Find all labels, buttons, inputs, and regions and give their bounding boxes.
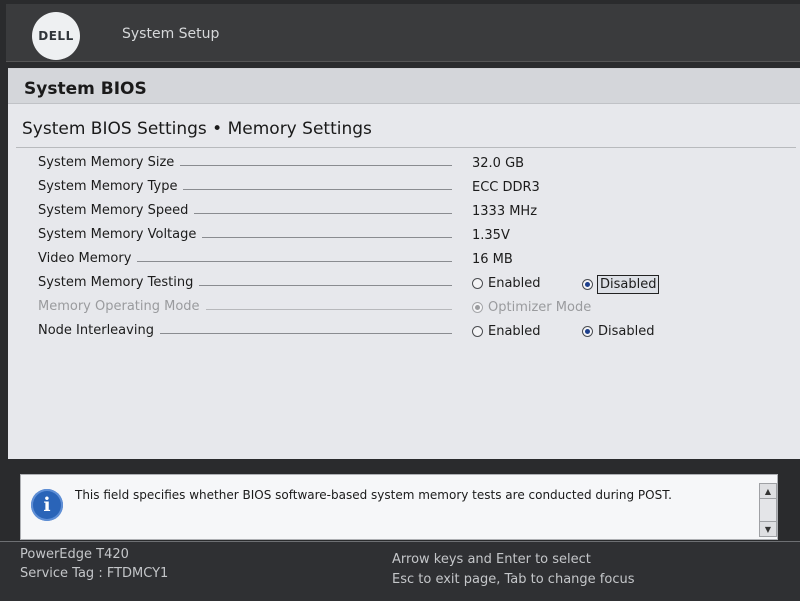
memory-testing-enabled-radio[interactable]: Enabled — [472, 276, 541, 291]
setting-row-node-interleaving: Node Interleaving Enabled Disabled — [8, 321, 800, 345]
setting-label: Video Memory — [38, 251, 138, 266]
setting-label: System Memory Speed — [38, 203, 195, 218]
setting-value: 32.0 GB — [472, 156, 525, 171]
logo-text: DELL — [38, 29, 74, 43]
panel-header: System BIOS — [8, 69, 800, 104]
memory-testing-disabled-radio[interactable]: Disabled — [582, 275, 660, 294]
radio-circle[interactable] — [472, 326, 483, 337]
panel-header-title: System BIOS — [24, 79, 147, 99]
radio-label: Enabled — [488, 276, 541, 291]
keyboard-hint: Arrow keys and Enter to select — [392, 552, 591, 567]
dell-logo: DELL — [32, 12, 80, 60]
node-interleaving-enabled-radio[interactable]: Enabled — [472, 324, 541, 339]
divider — [16, 147, 796, 148]
setting-row-memory-voltage: System Memory Voltage 1.35V — [8, 225, 800, 249]
keyboard-hint: Esc to exit page, Tab to change focus — [392, 572, 635, 587]
radio-circle[interactable] — [582, 279, 593, 290]
setting-label: System Memory Voltage — [38, 227, 203, 242]
setting-row-memory-type: System Memory Type ECC DDR3 — [8, 177, 800, 201]
radio-label: Optimizer Mode — [488, 300, 592, 315]
setting-value: 16 MB — [472, 252, 513, 267]
radio-label: Disabled — [596, 275, 660, 294]
setting-label: System Memory Type — [38, 179, 184, 194]
setting-label: System Memory Size — [38, 155, 181, 170]
info-icon: i — [31, 489, 63, 521]
help-box: i This field specifies whether BIOS soft… — [20, 474, 778, 540]
help-text: This field specifies whether BIOS softwa… — [75, 488, 672, 502]
page-title: System BIOS Settings • Memory Settings — [22, 119, 372, 139]
radio-circle[interactable] — [582, 326, 593, 337]
node-interleaving-disabled-radio[interactable]: Disabled — [582, 324, 654, 339]
radio-label: Disabled — [598, 324, 655, 339]
radio-circle — [472, 302, 483, 313]
setting-row-memory-testing: System Memory Testing Enabled Disabled — [8, 273, 800, 297]
setting-row-memory-size: System Memory Size 32.0 GB — [8, 153, 800, 177]
top-bar: DELL System Setup — [6, 4, 800, 62]
help-scrollbar[interactable]: ▲ ▼ — [759, 483, 777, 537]
setting-value: 1333 MHz — [472, 204, 538, 219]
setting-value: 1.35V — [472, 228, 510, 243]
footer: PowerEdge T420 Service Tag : FTDMCY1 Arr… — [0, 541, 800, 601]
setting-label: Memory Operating Mode — [38, 299, 206, 314]
setting-row-video-memory: Video Memory 16 MB — [8, 249, 800, 273]
radio-circle[interactable] — [472, 278, 483, 289]
optimizer-mode-radio: Optimizer Mode — [472, 300, 591, 315]
setting-row-memory-speed: System Memory Speed 1333 MHz — [8, 201, 800, 225]
service-tag: Service Tag : FTDMCY1 — [20, 566, 169, 581]
scroll-down-icon[interactable]: ▼ — [760, 521, 776, 536]
settings-panel: System BIOS System BIOS Settings • Memor… — [8, 68, 800, 459]
setting-value: ECC DDR3 — [472, 180, 540, 195]
setting-label: System Memory Testing — [38, 275, 200, 290]
app-title: System Setup — [122, 26, 220, 42]
scroll-up-icon[interactable]: ▲ — [760, 484, 776, 499]
setting-row-memory-operating-mode: Memory Operating Mode Optimizer Mode — [8, 297, 800, 321]
settings-list: System Memory Size 32.0 GB System Memory… — [8, 153, 800, 345]
setting-label: Node Interleaving — [38, 323, 160, 338]
model-name: PowerEdge T420 — [20, 547, 129, 562]
radio-label: Enabled — [488, 324, 541, 339]
